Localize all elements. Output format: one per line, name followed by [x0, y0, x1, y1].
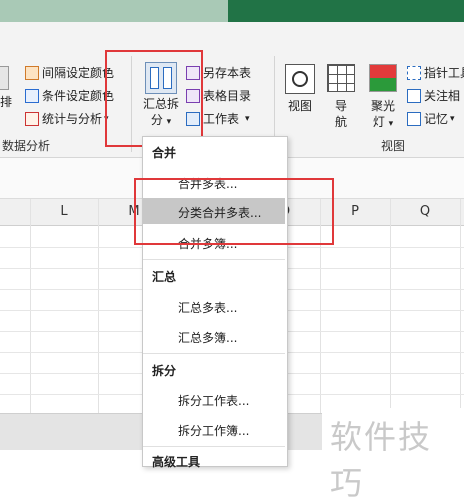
sheet-directory-button[interactable]: 表格目录 — [186, 87, 251, 104]
focus-related-button[interactable]: 关注相 — [407, 87, 460, 104]
column-header-q[interactable]: Q — [390, 199, 460, 225]
menu-item-summary-multiple-books[interactable]: 汇总多簿... — [178, 329, 237, 346]
tab-area — [0, 0, 228, 22]
chevron-down-icon: ▾ — [388, 119, 394, 129]
watermark-text: 软件技巧 — [330, 418, 433, 502]
directory-icon — [186, 88, 200, 103]
condition-color-label: 条件设定颜色 — [42, 89, 115, 103]
data-analysis-group-label: 数据分析 — [2, 139, 51, 153]
grid-line — [30, 199, 31, 413]
menu-separator — [143, 353, 285, 354]
menu-item-split-worksheet[interactable]: 拆分工作表... — [178, 392, 249, 409]
menu-section-summary: 汇总 — [152, 270, 177, 284]
highlight-box-menu-items — [134, 178, 334, 245]
save-sheet-icon — [186, 65, 200, 80]
chart-icon — [25, 111, 39, 126]
pointer-icon — [407, 65, 421, 80]
sheet-directory-label: 表格目录 — [203, 89, 252, 103]
save-this-sheet-button[interactable]: 另存本表 — [186, 64, 251, 81]
grid-color-icon — [25, 65, 39, 80]
memory-icon — [407, 111, 421, 126]
worksheet-button[interactable]: 工作表 ▾ — [186, 110, 250, 127]
spotlight-label-1[interactable]: 聚光 — [367, 98, 399, 114]
focus-related-label: 关注相 — [424, 89, 461, 103]
memory-button[interactable]: 记忆 ▾ — [407, 110, 455, 127]
menu-section-advanced-tools: 高级工具 — [152, 455, 201, 469]
navigation-label-2[interactable]: 航 — [329, 114, 353, 130]
save-sheet-label: 另存本表 — [203, 66, 252, 80]
grid-line — [98, 199, 99, 413]
sort-icon[interactable] — [0, 66, 9, 90]
memory-label: 记忆 — [424, 112, 449, 126]
view-button-label[interactable]: 视图 — [283, 98, 317, 114]
column-header-l[interactable]: L — [30, 199, 98, 225]
pointer-tool-button[interactable]: 指针工具 — [407, 64, 464, 81]
menu-separator — [143, 259, 285, 260]
condition-color-button[interactable]: 条件设定颜色 — [25, 87, 114, 104]
focus-icon — [407, 88, 421, 103]
menu-item-split-workbook[interactable]: 拆分工作簿... — [178, 422, 249, 439]
pointer-tool-label: 指针工具 — [424, 66, 464, 80]
stat-analysis-button[interactable]: 统计与分析 ▾ — [25, 110, 109, 127]
sort-label[interactable]: 排 — [0, 94, 12, 110]
menu-section-split: 拆分 — [152, 364, 177, 378]
condition-color-icon — [25, 88, 39, 103]
spotlight-label-2[interactable]: 灯 ▾ — [367, 114, 399, 132]
spotlight-icon[interactable] — [369, 64, 397, 92]
view-icon[interactable] — [285, 64, 315, 94]
grid-line — [390, 199, 391, 413]
view-group-label: 视图 — [381, 139, 406, 153]
grid-line — [460, 199, 461, 413]
chevron-down-icon: ▾ — [245, 113, 250, 124]
menu-separator — [143, 446, 285, 447]
navigation-label-1[interactable]: 导 — [329, 98, 353, 114]
chevron-down-icon: ▾ — [450, 113, 455, 124]
navigation-icon[interactable] — [327, 64, 355, 92]
menu-section-merge: 合并 — [152, 146, 177, 160]
menu-item-summary-multiple-sheets[interactable]: 汇总多表... — [178, 299, 237, 316]
interval-color-label: 间隔设定颜色 — [42, 66, 115, 80]
worksheet-label: 工作表 — [203, 112, 240, 126]
stat-analysis-label: 统计与分析 — [42, 112, 103, 126]
interval-color-button[interactable]: 间隔设定颜色 — [25, 64, 114, 81]
worksheet-icon — [186, 111, 200, 126]
